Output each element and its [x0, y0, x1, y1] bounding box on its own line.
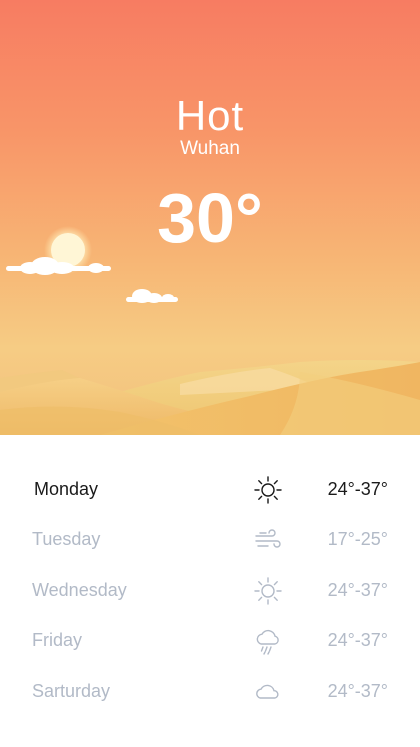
cloud-icon [126, 289, 178, 303]
forecast-row-saturday[interactable]: Sarturday 24°-37° [0, 667, 420, 717]
forecast-day: Sarturday [32, 681, 111, 701]
forecast-range: 17°-25° [327, 529, 388, 549]
forecast-day: Wednesday [32, 580, 127, 600]
sun-icon [254, 476, 282, 504]
forecast-list: Monday 24°-37° Tuesday 17°-25° Wednesday [0, 435, 420, 747]
weather-condition: Hot [175, 92, 245, 139]
weather-hero: Hot Wuhan 30° [0, 0, 420, 435]
wind-icon [255, 529, 281, 548]
forecast-range: 24°-37° [327, 479, 388, 499]
current-temperature: 30° [157, 179, 263, 257]
cloud-icon [256, 684, 279, 699]
forecast-row-monday[interactable]: Monday 24°-37° [0, 465, 420, 515]
rain-cloud-icon [256, 629, 279, 655]
weather-app: Hot Wuhan 30° Monday 24°-37° Tuesday 17°… [0, 0, 420, 747]
forecast-row-wednesday[interactable]: Wednesday 24°-37° [0, 566, 420, 616]
forecast-row-tuesday[interactable]: Tuesday 17°-25° [0, 515, 420, 565]
forecast-day: Tuesday [32, 529, 101, 549]
forecast-range: 24°-37° [327, 580, 388, 600]
forecast-range: 24°-37° [327, 681, 388, 701]
forecast-range: 24°-37° [327, 630, 388, 650]
sun-icon [254, 577, 282, 605]
forecast-day: Monday [34, 479, 99, 499]
forecast-row-friday[interactable]: Friday 24°-37° [0, 616, 420, 666]
forecast-day: Friday [32, 630, 83, 650]
city-name: Wuhan [180, 138, 240, 159]
